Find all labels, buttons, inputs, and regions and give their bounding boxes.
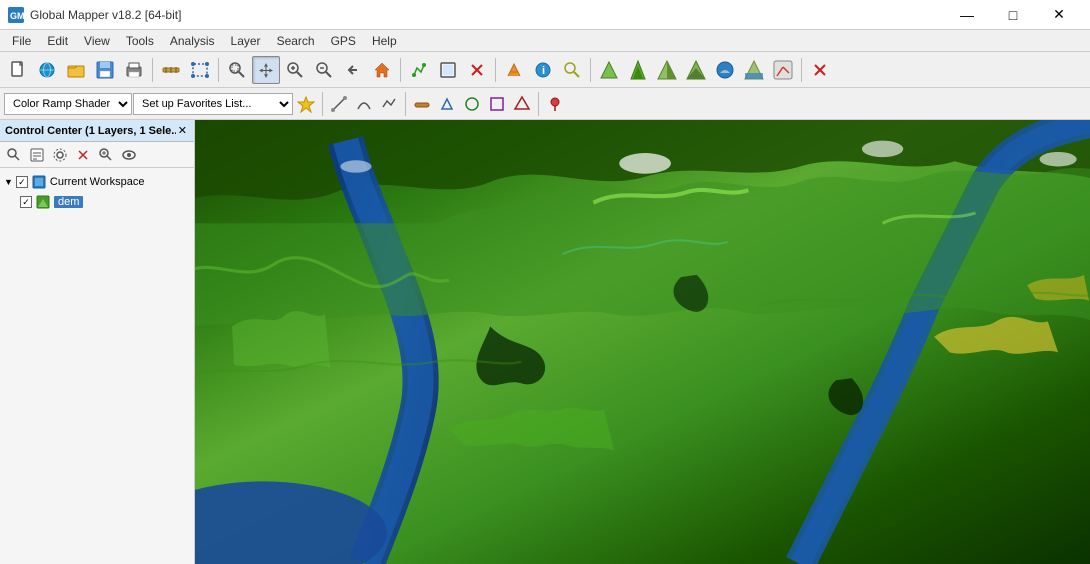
measure-button[interactable] — [157, 56, 185, 84]
title-bar: GM Global Mapper v18.2 [64-bit] — □ ✕ — [0, 0, 1090, 30]
draw-tool3[interactable] — [460, 92, 484, 116]
save-button[interactable] — [91, 56, 119, 84]
control-panel-toolbar — [0, 142, 194, 168]
sep6 — [801, 58, 802, 82]
menu-gps[interactable]: GPS — [323, 32, 364, 50]
draw-tool5[interactable] — [510, 92, 534, 116]
terrain-map — [195, 120, 1090, 564]
pan-button[interactable] — [252, 56, 280, 84]
select-button[interactable] — [434, 56, 462, 84]
toolbar1: i — [0, 52, 1090, 88]
draw-tool4[interactable] — [485, 92, 509, 116]
sep-t2-1 — [322, 92, 323, 116]
minimize-button[interactable]: — — [944, 0, 990, 30]
watershed-button[interactable] — [711, 56, 739, 84]
window-controls[interactable]: — □ ✕ — [944, 0, 1082, 30]
zoom-out-button[interactable] — [310, 56, 338, 84]
line-tool2[interactable] — [352, 92, 376, 116]
layer-tree: ▼ ✓ Current Workspace ✓ dem — [0, 168, 194, 564]
new-button[interactable] — [4, 56, 32, 84]
sep5 — [590, 58, 591, 82]
lidar-button[interactable] — [769, 56, 797, 84]
delete-button[interactable] — [463, 56, 491, 84]
3d-view-button[interactable] — [595, 56, 623, 84]
edit-vertices-button[interactable] — [500, 56, 528, 84]
menu-search[interactable]: Search — [269, 32, 323, 50]
cp-options[interactable] — [49, 144, 71, 166]
control-panel-header: Control Center (1 Layers, 1 Sele... ✕ — [0, 120, 194, 142]
dem-layer-icon — [35, 194, 51, 210]
cp-search[interactable] — [95, 144, 117, 166]
contour-button[interactable] — [624, 56, 652, 84]
sep1 — [152, 58, 153, 82]
hillshade-button[interactable] — [653, 56, 681, 84]
sep2 — [218, 58, 219, 82]
map-area[interactable] — [195, 120, 1090, 564]
control-panel: Control Center (1 Layers, 1 Sele... ✕ — [0, 120, 195, 564]
dem-label: dem — [54, 196, 83, 208]
close-button[interactable]: ✕ — [1036, 0, 1082, 30]
menu-layer[interactable]: Layer — [223, 32, 269, 50]
favorites-select[interactable]: Set up Favorites List... — [133, 93, 293, 115]
search-features-button[interactable] — [558, 56, 586, 84]
menu-view[interactable]: View — [76, 32, 118, 50]
cp-zoom-layer[interactable] — [3, 144, 25, 166]
maximize-button[interactable]: □ — [990, 0, 1036, 30]
line-tool3[interactable] — [377, 92, 401, 116]
app-title: Global Mapper v18.2 [64-bit] — [30, 8, 181, 22]
cp-metadata[interactable] — [26, 144, 48, 166]
menu-edit[interactable]: Edit — [39, 32, 76, 50]
open-online-button[interactable] — [33, 56, 61, 84]
workspace-checkbox[interactable]: ✓ — [16, 176, 28, 188]
sea-level-button[interactable] — [740, 56, 768, 84]
sep3 — [400, 58, 401, 82]
menu-help[interactable]: Help — [364, 32, 405, 50]
svg-text:GM: GM — [10, 11, 24, 21]
sep-t2-2 — [405, 92, 406, 116]
dem-item[interactable]: ✓ dem — [20, 192, 190, 212]
app-icon: GM — [8, 7, 24, 23]
line-tool1[interactable] — [327, 92, 351, 116]
dem-checkbox[interactable]: ✓ — [20, 196, 32, 208]
workspace-label: Current Workspace — [50, 176, 145, 188]
digitize-button[interactable] — [405, 56, 433, 84]
zoom-rect-button[interactable] — [223, 56, 251, 84]
main-area: Control Center (1 Layers, 1 Sele... ✕ — [0, 120, 1090, 564]
control-panel-title: Control Center (1 Layers, 1 Sele... — [5, 125, 176, 137]
menu-bar: File Edit View Tools Analysis Layer Sear… — [0, 30, 1090, 52]
draw-tool1[interactable] — [410, 92, 434, 116]
back-button[interactable] — [339, 56, 367, 84]
menu-tools[interactable]: Tools — [118, 32, 162, 50]
cp-eye[interactable] — [118, 144, 140, 166]
draw-tool2[interactable] — [435, 92, 459, 116]
print-button[interactable] — [120, 56, 148, 84]
open-button[interactable] — [62, 56, 90, 84]
create-area-button[interactable] — [186, 56, 214, 84]
workspace-chevron[interactable]: ▼ — [4, 177, 13, 187]
workspace-item[interactable]: ▼ ✓ Current Workspace — [4, 172, 190, 192]
cp-delete[interactable] — [72, 144, 94, 166]
menu-analysis[interactable]: Analysis — [162, 32, 223, 50]
title-left: GM Global Mapper v18.2 [64-bit] — [8, 7, 181, 23]
control-panel-close[interactable]: ✕ — [176, 124, 189, 137]
favorite-button[interactable] — [294, 92, 318, 116]
cancel-button[interactable] — [806, 56, 834, 84]
sep4 — [495, 58, 496, 82]
menu-file[interactable]: File — [4, 32, 39, 50]
toolbar2: Color Ramp Shader Atlas Shader Aspect Ma… — [0, 88, 1090, 120]
workspace-icon — [31, 174, 47, 190]
marker-tool[interactable] — [543, 92, 567, 116]
svg-text:i: i — [542, 65, 545, 77]
shader-select[interactable]: Color Ramp Shader Atlas Shader Aspect Ma… — [4, 93, 132, 115]
path-profile-button[interactable] — [682, 56, 710, 84]
sep-t2-3 — [538, 92, 539, 116]
feature-info-button[interactable]: i — [529, 56, 557, 84]
home-button[interactable] — [368, 56, 396, 84]
zoom-in-rect-button[interactable] — [281, 56, 309, 84]
